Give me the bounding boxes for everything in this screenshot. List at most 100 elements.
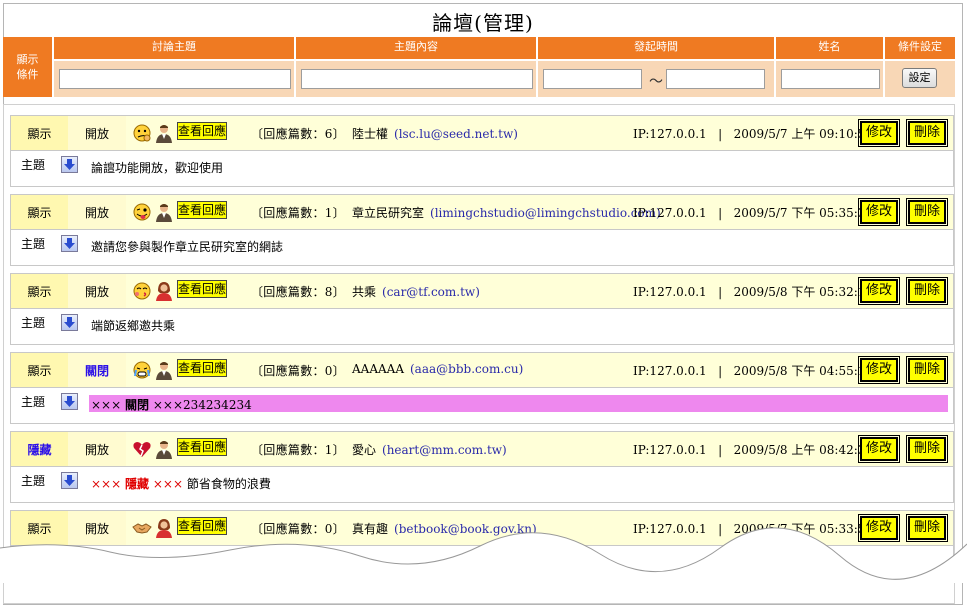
open-status[interactable]: 開放 (68, 274, 126, 308)
ip-address: IP:127.0.0.1 (633, 364, 707, 378)
edit-button[interactable]: 修改 (858, 435, 900, 463)
content-input[interactable] (301, 69, 533, 89)
ip-and-time: IP:127.0.0.1 | 2009/5/7 上午 09:10:54 (633, 125, 873, 142)
visibility-status[interactable]: 顯示 (11, 353, 68, 387)
filter-condition-label: 顯示 條件 (3, 37, 52, 97)
visibility-status[interactable]: 顯示 (11, 195, 68, 229)
set-button[interactable]: 設定 (902, 68, 937, 88)
subject-text[interactable]: 論譠功能開放，歡迎使用 (91, 159, 223, 176)
subject-label: 主題 (21, 237, 46, 251)
post-item: 顯示 開放 查看回應 〔回應篇數：1〕 章立民研究室 (limingchstudi… (10, 194, 954, 266)
ip-and-time: IP:127.0.0.1 | 2009/5/8 上午 08:42:38 (633, 441, 873, 458)
view-replies-button[interactable]: 查看回應 (177, 438, 227, 456)
arrow-down-icon[interactable] (61, 235, 78, 252)
thinking-face-icon (133, 124, 151, 142)
post-time: 2009/5/7 上午 09:10:54 (733, 127, 874, 141)
arrow-down-icon[interactable] (61, 472, 78, 489)
time-to-input[interactable] (666, 69, 765, 89)
author-email[interactable]: (lsc.lu@seed.net.tw) (394, 127, 518, 141)
post-time: 2009/5/7 下午 05:35:35 (733, 206, 874, 220)
ip-address: IP:127.0.0.1 (633, 206, 707, 220)
author-name: 章立民研究室 (352, 206, 425, 220)
view-replies-button[interactable]: 查看回應 (177, 122, 227, 140)
author-email[interactable]: (car@tf.com.tw) (382, 285, 480, 299)
subject-text[interactable]: ××× 隱藏 ××× 節省食物的浪費 (91, 475, 271, 492)
edit-button[interactable]: 修改 (858, 198, 900, 226)
open-status[interactable]: 關閉 (68, 353, 126, 387)
post-subject-row: 主題 端節返鄉邀共乘 (11, 309, 953, 345)
author: 陸士權 (lsc.lu@seed.net.tw) (352, 125, 518, 142)
view-replies-button[interactable]: 查看回應 (177, 201, 227, 219)
post-subject-row: 主題 ××× 隱藏 ××× 節省食物的浪費 (11, 467, 953, 503)
post-header-row: 顯示 開放 查看回應 〔回應篇數：6〕 陸士權 (lsc.lu@seed.net.… (11, 116, 953, 151)
separator: | (718, 364, 723, 378)
female-avatar-icon (156, 282, 172, 301)
filter-cell-setting: 設定 (885, 61, 955, 97)
author-name: 共乘 (352, 285, 377, 299)
author-email[interactable]: (heart@mm.com.tw) (382, 443, 507, 457)
author: 愛心 (heart@mm.com.tw) (352, 441, 507, 458)
author-name: AAAAAA (352, 362, 404, 376)
subject-label: 主題 (21, 395, 46, 409)
open-status[interactable]: 開放 (68, 432, 126, 466)
arrow-down-icon[interactable] (61, 156, 78, 173)
visibility-status[interactable]: 隱藏 (11, 432, 68, 466)
post-header-row: 顯示 開放 查看回應 〔回應篇數：1〕 章立民研究室 (limingchstudi… (11, 195, 953, 230)
ip-and-time: IP:127.0.0.1 | 2009/5/8 下午 05:32:19 (633, 283, 873, 300)
view-replies-button[interactable]: 查看回應 (177, 280, 227, 298)
time-from-input[interactable] (543, 69, 642, 89)
author-email[interactable]: (limingchstudio@limingchstudio.com) (430, 206, 661, 220)
ip-address: IP:127.0.0.1 (633, 443, 707, 457)
reply-count: 〔回應篇數：0〕 (251, 364, 346, 378)
kiss-face-icon (133, 282, 151, 300)
filter-cell-name (776, 61, 883, 97)
post-item: 隱藏 開放 查看回應 〔回應篇數：1〕 愛心 (heart@mm.com.tw) … (10, 431, 954, 503)
arrow-down-icon[interactable] (61, 393, 78, 410)
separator: | (718, 206, 723, 220)
filter-header-time: 發起時間 (538, 37, 774, 59)
time-range-tilde: ～ (649, 74, 663, 90)
subject-text[interactable]: 端節返鄉邀共乘 (91, 317, 175, 334)
post-time: 2009/5/8 下午 04:55:15 (733, 364, 874, 378)
ip-address: IP:127.0.0.1 (633, 285, 707, 299)
author: AAAAAA (aaa@bbb.com.cu) (352, 362, 523, 376)
post-subject-row: 主題 ××× 關閉 ×××234234234 (11, 388, 953, 424)
delete-button[interactable]: 刪除 (906, 198, 948, 226)
edit-button[interactable]: 修改 (858, 119, 900, 147)
subject-text[interactable]: 邀請您參與製作章立民研究室的網誌 (91, 238, 283, 255)
author: 共乘 (car@tf.com.tw) (352, 283, 480, 300)
delete-button[interactable]: 刪除 (906, 435, 948, 463)
post-item: 顯示 開放 查看回應 〔回應篇數：8〕 共乘 (car@tf.com.tw) IP… (10, 273, 954, 345)
filter-header-name: 姓名 (776, 37, 883, 59)
name-input[interactable] (781, 69, 880, 89)
author-name: 陸士權 (352, 127, 389, 141)
delete-button[interactable]: 刪除 (906, 277, 948, 305)
open-status[interactable]: 開放 (68, 195, 126, 229)
filter-cell-topic (54, 61, 294, 97)
view-replies-button[interactable]: 查看回應 (177, 359, 227, 377)
post-time: 2009/5/8 下午 05:32:19 (733, 285, 874, 299)
delete-button[interactable]: 刪除 (906, 119, 948, 147)
delete-button[interactable]: 刪除 (906, 356, 948, 384)
edit-button[interactable]: 修改 (858, 277, 900, 305)
reply-count: 〔回應篇數：1〕 (251, 206, 346, 220)
crying-face-icon (133, 361, 151, 379)
open-status[interactable]: 開放 (68, 116, 126, 150)
reply-count: 〔回應篇數：8〕 (251, 285, 346, 299)
author-name: 愛心 (352, 443, 377, 457)
tongue-face-icon (133, 203, 151, 221)
ip-and-time: IP:127.0.0.1 | 2009/5/7 下午 05:35:35 (633, 204, 873, 221)
post-subject-row: 主題 邀請您參與製作章立民研究室的網誌 (11, 230, 953, 266)
visibility-status[interactable]: 顯示 (11, 116, 68, 150)
ip-address: IP:127.0.0.1 (633, 127, 707, 141)
author: 章立民研究室 (limingchstudio@limingchstudio.com… (352, 204, 661, 221)
arrow-down-icon[interactable] (61, 314, 78, 331)
author-email[interactable]: (aaa@bbb.com.cu) (410, 362, 523, 376)
post-item: 顯示 關閉 查看回應 〔回應篇數：0〕 AAAAAA (aaa@bbb.com.c… (10, 352, 954, 424)
male-avatar-icon (156, 441, 172, 459)
topic-input[interactable] (59, 69, 291, 89)
subject-text[interactable]: ××× 關閉 ×××234234234 (91, 396, 252, 413)
visibility-status[interactable]: 顯示 (11, 274, 68, 308)
edit-button[interactable]: 修改 (858, 356, 900, 384)
male-avatar-icon (156, 204, 172, 222)
